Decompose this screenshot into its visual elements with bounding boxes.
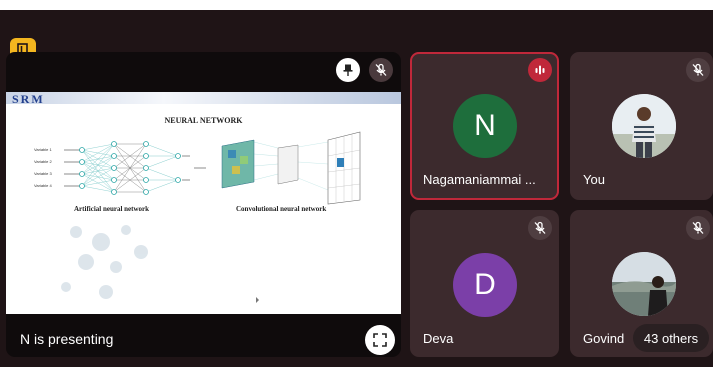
participant-name: Nagamaniammai ... [423, 172, 536, 187]
slide-texture [61, 225, 148, 299]
participant-tile-nagamaniammai[interactable]: N Nagamaniammai ... [410, 52, 559, 200]
pin-button[interactable] [336, 58, 360, 82]
fullscreen-button[interactable] [365, 325, 395, 355]
avatar: D [453, 253, 517, 317]
presenting-label: N is presenting [20, 331, 114, 347]
mic-off-icon [534, 221, 546, 234]
neural-network-illustration: Variable 1 Variable 2 Variable 3 Variabl… [34, 131, 361, 303]
mic-off-icon [692, 221, 704, 234]
mic-off-icon [375, 63, 387, 76]
mic-off-icon [692, 63, 704, 76]
presentation-tile[interactable]: SRM NEURAL NETWORK Variable 1 Variable 2… [6, 52, 401, 357]
shared-slide: SRM NEURAL NETWORK Variable 1 Variable 2… [6, 92, 401, 314]
cnn-diagram [221, 131, 361, 205]
speaking-indicator [528, 58, 552, 82]
others-count-chip[interactable]: 43 others [633, 324, 709, 352]
cursor-icon [256, 297, 259, 303]
participant-name: You [583, 172, 605, 187]
audio-level-icon [535, 65, 545, 75]
mic-off-indicator [686, 216, 710, 240]
input-label: Variable 4 [34, 183, 52, 188]
person-photo [612, 252, 676, 316]
slide-caption-ann: Artificial neural network [74, 205, 150, 213]
participant-name: Deva [423, 331, 454, 346]
avatar-photo [612, 252, 676, 316]
mic-off-indicator [528, 216, 552, 240]
person-photo [612, 94, 676, 158]
input-label: Variable 2 [34, 159, 52, 164]
slide-caption-cnn: Convolutional neural network [236, 205, 327, 213]
input-label: Variable 1 [34, 147, 52, 152]
top-bar [0, 0, 713, 10]
avatar: N [453, 94, 517, 158]
input-label: Variable 3 [34, 171, 52, 176]
mic-off-indicator [369, 58, 393, 82]
pin-icon [343, 64, 353, 76]
mic-off-indicator [686, 58, 710, 82]
participant-name: Govind [583, 331, 625, 346]
participant-tile-you[interactable]: You [570, 52, 713, 200]
fullscreen-icon [373, 333, 387, 347]
participant-tile-deva[interactable]: D Deva [410, 210, 559, 357]
avatar-photo [612, 94, 676, 158]
